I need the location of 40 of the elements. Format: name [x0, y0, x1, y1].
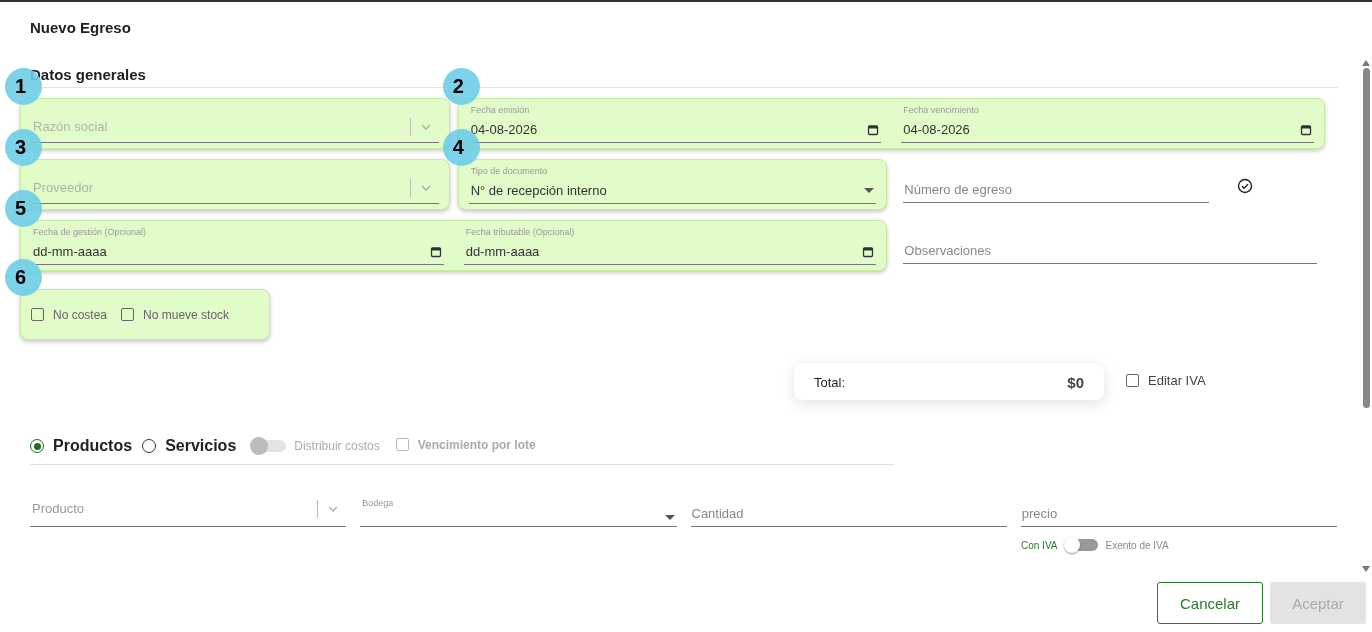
text-field[interactable]: Número de egreso [903, 159, 1210, 203]
step-number: 5 [5, 190, 42, 227]
text-field[interactable]: Cantidad [690, 481, 1007, 527]
dropdown-field[interactable]: Tipo de documento N° de recepción interno [468, 162, 877, 204]
date-field[interactable]: Fecha de gestión (Opcional) dd-mm-aaaa [31, 223, 444, 265]
checkbox-square[interactable] [121, 308, 135, 321]
date-field[interactable]: Fecha tributable (Opcional) dd-mm-aaaa [463, 223, 877, 265]
step-number: 6 [5, 259, 42, 296]
caret-icon [864, 187, 875, 194]
calendar-icon[interactable] [867, 123, 880, 136]
total-value: $0 [1067, 373, 1084, 391]
checkbox[interactable]: No mueve stock [121, 307, 230, 322]
checkbox-square[interactable] [395, 438, 409, 451]
dialog-button[interactable]: Cancelar [1157, 582, 1263, 624]
toggle-label: Distribuir costos [294, 439, 380, 453]
toggle-switch[interactable] [252, 440, 287, 452]
dropdown-field[interactable]: Bodega [360, 481, 677, 527]
step-number: 2 [442, 68, 480, 105]
select-field[interactable]: Producto [30, 481, 347, 527]
checkbox-square[interactable] [31, 308, 44, 321]
calendar-icon[interactable] [862, 245, 875, 258]
check-circle-icon [1237, 178, 1254, 194]
scroll-up-arrow-icon[interactable] [1362, 60, 1370, 66]
date-field[interactable]: Fecha vencimiento 04-08-2026 [901, 101, 1314, 143]
radio-option[interactable]: Productos [30, 437, 133, 455]
calendar-icon[interactable] [1300, 123, 1312, 136]
dialog-title: Nuevo Egreso [30, 19, 131, 36]
calendar-icon[interactable] [429, 245, 442, 258]
text-field[interactable]: Observaciones [903, 220, 1317, 264]
radio-option[interactable]: Servicios [142, 437, 237, 455]
toggle-label: Exento de IVA [1105, 539, 1169, 551]
checkbox-square[interactable] [1126, 374, 1139, 387]
total-label: Total: [814, 374, 846, 390]
checkbox[interactable]: Editar IVA [1126, 373, 1206, 388]
toggle-switch[interactable] [1065, 539, 1098, 551]
caret-icon [664, 515, 675, 521]
text-field[interactable]: precio [1020, 481, 1337, 527]
scroll-down-arrow-icon[interactable] [1362, 566, 1370, 572]
toggle-label: Con IVA [1021, 539, 1058, 551]
checkbox[interactable]: No costea [31, 307, 108, 322]
